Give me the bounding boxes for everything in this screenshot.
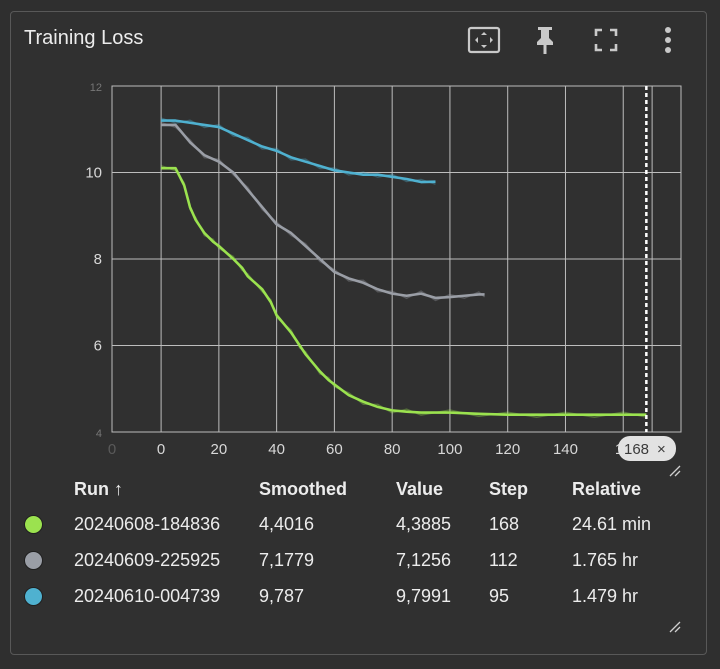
header-smoothed[interactable]: Smoothed [259, 472, 396, 506]
step-value: 168 [489, 513, 520, 534]
y-tick-label: 4 [96, 428, 102, 440]
y-tick-label: 12 [90, 82, 102, 94]
series-smoothed-line[interactable] [161, 166, 647, 417]
smoothed-value: 7,1779 [259, 549, 315, 570]
header-run[interactable]: Run ↑ [74, 472, 259, 506]
raw-value: 4,3885 [396, 513, 452, 534]
step-cursor-label: 168 [624, 441, 649, 458]
run-color-swatch[interactable] [24, 587, 43, 607]
x-tick-label: 120 [495, 441, 520, 458]
smoothed-value: 9,787 [259, 585, 305, 606]
raw-value: 9,7991 [396, 585, 452, 606]
x-tick-label: 0 [108, 441, 116, 458]
y-tick-label: 8 [94, 251, 102, 268]
series-raw-line [160, 164, 647, 418]
legend-row[interactable]: 20240608-184836 4,4016 4,3885 168 24.61 … [24, 506, 692, 542]
relative-time: 1.765 hr [572, 549, 639, 570]
header-step[interactable]: Step [489, 472, 572, 506]
close-icon[interactable]: × [657, 441, 666, 458]
step-value: 95 [489, 585, 510, 606]
x-tick-label: 100 [437, 441, 462, 458]
step-cursor-badge[interactable]: 168 × [618, 436, 676, 461]
series-smoothed-line[interactable] [161, 123, 485, 300]
step-value: 112 [489, 549, 518, 570]
series-layer [160, 117, 647, 418]
series-raw-line [160, 121, 486, 302]
legend-header-row: Run ↑ Smoothed Value Step Relative [24, 472, 692, 506]
smoothed-value: 4,4016 [259, 513, 315, 534]
x-tick-label: 140 [553, 441, 578, 458]
raw-value: 7,1256 [396, 549, 452, 570]
run-name: 20240610-004739 [74, 585, 221, 606]
header-value[interactable]: Value [396, 472, 489, 506]
legend-row[interactable]: 20240610-004739 9,787 9,7991 95 1.479 hr [24, 578, 692, 614]
run-name: 20240608-184836 [74, 513, 221, 534]
run-name: 20240609-225925 [74, 549, 221, 570]
x-tick-label: 0 [157, 441, 165, 458]
x-axis: 002040608010012014016 [108, 441, 632, 458]
series-raw-line [160, 117, 436, 185]
y-axis: 4 6 8 10 12 [85, 82, 102, 440]
relative-time: 24.61 min [572, 513, 652, 534]
y-tick-label: 10 [85, 165, 102, 182]
legend-row[interactable]: 20240609-225925 7,1779 7,1256 112 1.765 … [24, 542, 692, 578]
run-color-swatch[interactable] [24, 515, 43, 535]
legend-table: Run ↑ Smoothed Value Step Relative 20240… [24, 472, 692, 614]
x-tick-label: 20 [211, 441, 228, 458]
y-tick-label: 6 [94, 338, 102, 355]
header-relative[interactable]: Relative [572, 472, 692, 506]
relative-time: 1.479 hr [572, 585, 639, 606]
x-tick-label: 40 [268, 441, 285, 458]
card-resize-handle-icon[interactable] [669, 621, 681, 633]
chart-grid [111, 85, 682, 433]
x-tick-label: 60 [326, 441, 343, 458]
x-tick-label: 80 [384, 441, 401, 458]
run-color-swatch[interactable] [24, 551, 43, 571]
